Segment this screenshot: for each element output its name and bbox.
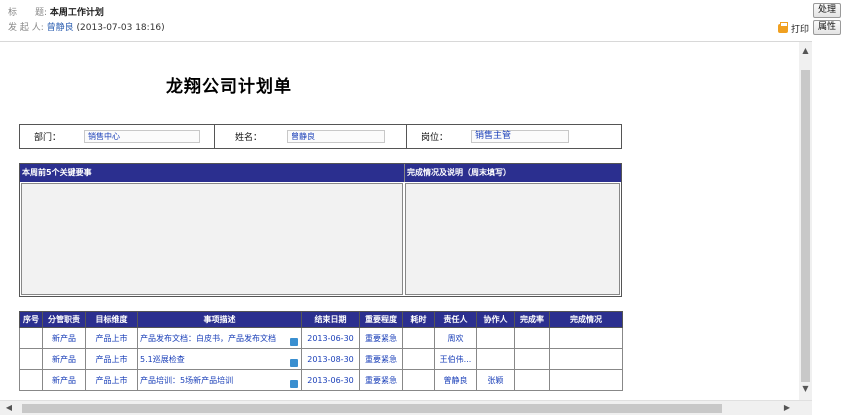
scroll-left-arrow-icon[interactable]: ◀: [2, 401, 16, 415]
task-table: 序号 分管职责 目标维度 事项描述 结束日期 重要程度 耗时 责任人 协作人 完…: [19, 311, 623, 391]
attachment-icon[interactable]: [290, 359, 298, 367]
scroll-right-arrow-icon[interactable]: ▶: [780, 401, 794, 415]
vertical-scrollbar[interactable]: ▲ ▼: [799, 42, 812, 400]
attachment-icon[interactable]: [290, 338, 298, 346]
row-target[interactable]: 产品上市: [85, 348, 138, 370]
process-button[interactable]: 处理: [813, 3, 841, 18]
row-duty[interactable]: 新产品: [42, 348, 86, 370]
row-completion-status[interactable]: [549, 369, 623, 391]
row-helper[interactable]: [476, 348, 515, 370]
col-description: 事项描述: [137, 311, 302, 328]
horizontal-scroll-thumb[interactable]: [22, 404, 722, 413]
row-completion-rate[interactable]: [514, 348, 550, 370]
row-importance[interactable]: 重要紧急: [359, 327, 403, 349]
row-time-spent[interactable]: [402, 348, 435, 370]
dept-cell: 部门： 销售中心: [20, 125, 215, 148]
print-button[interactable]: 打印: [778, 22, 809, 35]
key-items-title: 本周前5个关键要事: [22, 168, 92, 177]
scroll-up-arrow-icon[interactable]: ▲: [799, 44, 812, 58]
employee-info-table: 部门： 销售中心 姓名： 曾静良 岗位： 销售主管: [19, 124, 622, 149]
col-owner: 责任人: [434, 311, 477, 328]
col-helper: 协作人: [476, 311, 515, 328]
row-time-spent[interactable]: [402, 327, 435, 349]
form-title: 龙翔公司计划单: [166, 77, 292, 97]
task-header-row: 序号 分管职责 目标维度 事项描述 结束日期 重要程度 耗时 责任人 协作人 完…: [19, 311, 623, 328]
name-field[interactable]: 曾静良: [287, 130, 385, 143]
row-importance[interactable]: 重要紧急: [359, 348, 403, 370]
row-time-spent[interactable]: [402, 369, 435, 391]
col-completion-status: 完成情况: [549, 311, 623, 328]
row-completion-rate[interactable]: [514, 327, 550, 349]
position-label: 岗位：: [421, 133, 449, 143]
position-field[interactable]: 销售主管: [471, 130, 569, 143]
key-items-header: 本周前5个关键要事 完成情况及说明（周末填写）: [20, 164, 621, 182]
table-row: 新产品 产品上市 5.1巡展检查 2013-08-30 重要紧急 王伯伟...: [19, 348, 623, 370]
dept-field[interactable]: 销售中心: [84, 130, 200, 143]
print-label: 打印: [791, 25, 810, 35]
col-index: 序号: [19, 311, 43, 328]
row-end-date[interactable]: 2013-06-30: [301, 327, 360, 349]
subject-text: 本周工作计划: [49, 8, 104, 18]
completion-notes-title: 完成情况及说明（周末填写）: [404, 164, 621, 182]
row-end-date[interactable]: 2013-06-30: [301, 369, 360, 391]
properties-button[interactable]: 属性: [813, 20, 841, 35]
row-helper[interactable]: [476, 327, 515, 349]
row-duty[interactable]: 新产品: [42, 327, 86, 349]
col-importance: 重要程度: [359, 311, 403, 328]
name-label: 姓名：: [235, 133, 263, 143]
col-completion-rate: 完成率: [514, 311, 550, 328]
name-cell: 姓名： 曾静良: [215, 125, 407, 148]
dept-label: 部门：: [34, 133, 62, 143]
row-description[interactable]: 产品发布文档：白皮书，产品发布文档: [137, 327, 302, 349]
completion-notes-textarea[interactable]: [405, 183, 620, 295]
col-end-date: 结束日期: [301, 311, 360, 328]
subject-row: 标 题: 本周工作计划: [8, 6, 104, 20]
col-duty: 分管职责: [42, 311, 86, 328]
sender-link[interactable]: 曾静良: [47, 23, 74, 33]
key-items-body: [20, 182, 621, 296]
row-target[interactable]: 产品上市: [85, 327, 138, 349]
vertical-scroll-thumb[interactable]: [801, 70, 810, 382]
row-description[interactable]: 5.1巡展检查: [137, 348, 302, 370]
row-index: [19, 327, 43, 349]
subject-label: 标 题:: [8, 8, 48, 18]
table-row: 新产品 产品上市 产品发布文档：白皮书，产品发布文档 2013-06-30 重要…: [19, 327, 623, 349]
key-items-table: 本周前5个关键要事 完成情况及说明（周末填写）: [19, 163, 622, 297]
row-completion-rate[interactable]: [514, 369, 550, 391]
printer-icon: [778, 22, 788, 33]
key-items-textarea[interactable]: [21, 183, 403, 295]
sent-time: (2013-07-03 18:16): [76, 23, 165, 33]
col-target: 目标维度: [85, 311, 138, 328]
row-importance[interactable]: 重要紧急: [359, 369, 403, 391]
attachment-icon[interactable]: [290, 380, 298, 388]
row-description-text: 5.1巡展检查: [140, 354, 185, 364]
sender-label: 发 起 人:: [8, 23, 44, 33]
col-time-spent: 耗时: [402, 311, 435, 328]
row-target[interactable]: 产品上市: [85, 369, 138, 391]
row-owner[interactable]: 王伯伟...: [434, 348, 477, 370]
row-duty[interactable]: 新产品: [42, 369, 86, 391]
row-index: [19, 348, 43, 370]
horizontal-scrollbar[interactable]: ◀ ▶: [0, 400, 812, 415]
row-completion-status[interactable]: [549, 327, 623, 349]
table-row: 新产品 产品上市 产品培训：5场新产品培训 2013-06-30 重要紧急 曾静…: [19, 369, 623, 391]
row-owner[interactable]: 曾静良: [434, 369, 477, 391]
row-index: [19, 369, 43, 391]
message-header: 标 题: 本周工作计划 发 起 人: 曾静良 (2013-07-03 18:16…: [0, 0, 812, 42]
row-description-text: 产品培训：5场新产品培训: [140, 375, 234, 385]
row-description-text: 产品发布文档：白皮书，产品发布文档: [140, 333, 276, 343]
row-description[interactable]: 产品培训：5场新产品培训: [137, 369, 302, 391]
row-end-date[interactable]: 2013-08-30: [301, 348, 360, 370]
row-owner[interactable]: 周欢: [434, 327, 477, 349]
sender-row: 发 起 人: 曾静良 (2013-07-03 18:16): [8, 21, 165, 35]
scroll-down-arrow-icon[interactable]: ▼: [799, 382, 812, 396]
row-helper[interactable]: 张颖: [476, 369, 515, 391]
row-completion-status[interactable]: [549, 348, 623, 370]
position-cell: 岗位： 销售主管: [407, 125, 621, 148]
